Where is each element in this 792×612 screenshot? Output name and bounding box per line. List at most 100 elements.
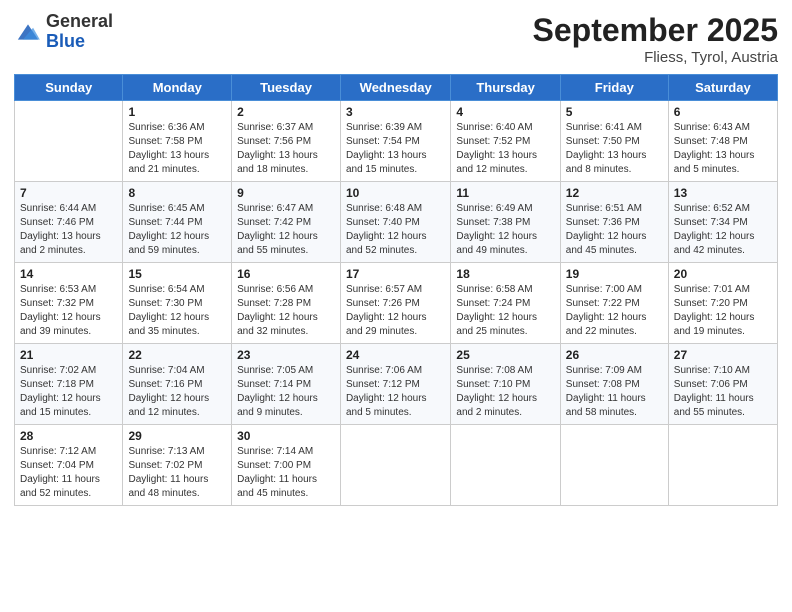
weekday-header: Friday: [560, 75, 668, 101]
day-info: Sunrise: 7:06 AM Sunset: 7:12 PM Dayligh…: [346, 364, 445, 420]
day-info: Sunrise: 6:51 AM Sunset: 7:36 PM Dayligh…: [566, 202, 663, 258]
calendar-cell: 12 Sunrise: 6:51 AM Sunset: 7:36 PM Dayli…: [560, 182, 668, 263]
calendar-cell: 28Sunrise: 7:12 AM Sunset: 7:04 PM Dayli…: [15, 425, 123, 506]
weekday-header: Sunday: [15, 75, 123, 101]
calendar-cell: 7 Sunrise: 6:44 AM Sunset: 7:46 PM Daylig…: [15, 182, 123, 263]
day-number: 27: [674, 348, 772, 362]
calendar-cell: 10 Sunrise: 6:48 AM Sunset: 7:40 PM Dayli…: [340, 182, 450, 263]
day-info: Sunrise: 6:48 AM Sunset: 7:40 PM Dayligh…: [346, 202, 445, 258]
calendar-cell: [15, 101, 123, 182]
day-info: Sunrise: 6:52 AM Sunset: 7:34 PM Dayligh…: [674, 202, 772, 258]
day-number: 1: [128, 105, 226, 119]
page-container: General Blue September 2025 Fliess, Tyro…: [0, 0, 792, 518]
calendar-cell: 1 Sunrise: 6:36 AM Sunset: 7:58 PM Daylig…: [123, 101, 232, 182]
day-number: 14: [20, 267, 117, 281]
location: Fliess, Tyrol, Austria: [533, 49, 778, 66]
logo-general: General: [46, 11, 113, 31]
calendar-cell: 3Sunrise: 6:39 AM Sunset: 7:54 PM Daylig…: [340, 101, 450, 182]
day-info: Sunrise: 6:56 AM Sunset: 7:28 PM Dayligh…: [237, 283, 335, 339]
day-info: Sunrise: 6:40 AM Sunset: 7:52 PM Dayligh…: [456, 121, 554, 177]
calendar-cell: [560, 425, 668, 506]
calendar-cell: 16 Sunrise: 6:56 AM Sunset: 7:28 PM Dayli…: [232, 263, 341, 344]
day-info: Sunrise: 7:10 AM Sunset: 7:06 PM Dayligh…: [674, 364, 772, 420]
day-info: Sunrise: 6:47 AM Sunset: 7:42 PM Dayligh…: [237, 202, 335, 258]
weekday-header: Wednesday: [340, 75, 450, 101]
day-info: Sunrise: 6:41 AM Sunset: 7:50 PM Dayligh…: [566, 121, 663, 177]
day-info: Sunrise: 6:36 AM Sunset: 7:58 PM Dayligh…: [128, 121, 226, 177]
calendar-cell: 22 Sunrise: 7:04 AM Sunset: 7:16 PM Dayli…: [123, 344, 232, 425]
logo: General Blue: [14, 12, 113, 52]
calendar-cell: 27 Sunrise: 7:10 AM Sunset: 7:06 PM Dayli…: [668, 344, 777, 425]
day-info: Sunrise: 6:39 AM Sunset: 7:54 PM Dayligh…: [346, 121, 445, 177]
day-number: 2: [237, 105, 335, 119]
day-number: 9: [237, 186, 335, 200]
logo-icon: [14, 21, 42, 43]
logo-blue: Blue: [46, 31, 85, 51]
day-number: 10: [346, 186, 445, 200]
day-number: 18: [456, 267, 554, 281]
calendar-cell: [668, 425, 777, 506]
calendar-cell: 17 Sunrise: 6:57 AM Sunset: 7:26 PM Dayli…: [340, 263, 450, 344]
day-number: 30: [237, 429, 335, 443]
day-info: Sunrise: 7:14 AM Sunset: 7:00 PM Dayligh…: [237, 445, 335, 501]
calendar-week-row: 7 Sunrise: 6:44 AM Sunset: 7:46 PM Daylig…: [15, 182, 778, 263]
day-number: 23: [237, 348, 335, 362]
day-info: Sunrise: 6:53 AM Sunset: 7:32 PM Dayligh…: [20, 283, 117, 339]
day-number: 4: [456, 105, 554, 119]
calendar-cell: 13 Sunrise: 6:52 AM Sunset: 7:34 PM Dayli…: [668, 182, 777, 263]
weekday-header: Saturday: [668, 75, 777, 101]
day-number: 24: [346, 348, 445, 362]
weekday-header: Monday: [123, 75, 232, 101]
calendar-cell: 20Sunrise: 7:01 AM Sunset: 7:20 PM Dayli…: [668, 263, 777, 344]
weekday-header: Tuesday: [232, 75, 341, 101]
day-info: Sunrise: 6:57 AM Sunset: 7:26 PM Dayligh…: [346, 283, 445, 339]
day-number: 12: [566, 186, 663, 200]
day-number: 22: [128, 348, 226, 362]
weekday-header: Thursday: [451, 75, 560, 101]
logo-text: General Blue: [46, 12, 113, 52]
day-number: 15: [128, 267, 226, 281]
day-info: Sunrise: 7:09 AM Sunset: 7:08 PM Dayligh…: [566, 364, 663, 420]
calendar-cell: 14 Sunrise: 6:53 AM Sunset: 7:32 PM Dayli…: [15, 263, 123, 344]
calendar-cell: 21Sunrise: 7:02 AM Sunset: 7:18 PM Dayli…: [15, 344, 123, 425]
day-info: Sunrise: 7:04 AM Sunset: 7:16 PM Dayligh…: [128, 364, 226, 420]
calendar-cell: [340, 425, 450, 506]
calendar: SundayMondayTuesdayWednesdayThursdayFrid…: [14, 74, 778, 506]
calendar-cell: 15 Sunrise: 6:54 AM Sunset: 7:30 PM Dayli…: [123, 263, 232, 344]
calendar-cell: 24 Sunrise: 7:06 AM Sunset: 7:12 PM Dayli…: [340, 344, 450, 425]
weekday-header-row: SundayMondayTuesdayWednesdayThursdayFrid…: [15, 75, 778, 101]
day-number: 20: [674, 267, 772, 281]
calendar-cell: 19 Sunrise: 7:00 AM Sunset: 7:22 PM Dayli…: [560, 263, 668, 344]
day-number: 28: [20, 429, 117, 443]
day-info: Sunrise: 7:02 AM Sunset: 7:18 PM Dayligh…: [20, 364, 117, 420]
header: General Blue September 2025 Fliess, Tyro…: [14, 12, 778, 66]
calendar-cell: 2 Sunrise: 6:37 AM Sunset: 7:56 PM Daylig…: [232, 101, 341, 182]
day-info: Sunrise: 6:54 AM Sunset: 7:30 PM Dayligh…: [128, 283, 226, 339]
day-info: Sunrise: 6:49 AM Sunset: 7:38 PM Dayligh…: [456, 202, 554, 258]
calendar-week-row: 28Sunrise: 7:12 AM Sunset: 7:04 PM Dayli…: [15, 425, 778, 506]
calendar-week-row: 21Sunrise: 7:02 AM Sunset: 7:18 PM Dayli…: [15, 344, 778, 425]
day-number: 19: [566, 267, 663, 281]
day-number: 7: [20, 186, 117, 200]
day-number: 29: [128, 429, 226, 443]
day-number: 25: [456, 348, 554, 362]
day-number: 11: [456, 186, 554, 200]
day-number: 13: [674, 186, 772, 200]
day-number: 17: [346, 267, 445, 281]
day-number: 16: [237, 267, 335, 281]
day-number: 6: [674, 105, 772, 119]
calendar-week-row: 1 Sunrise: 6:36 AM Sunset: 7:58 PM Daylig…: [15, 101, 778, 182]
calendar-cell: 25 Sunrise: 7:08 AM Sunset: 7:10 PM Dayli…: [451, 344, 560, 425]
calendar-cell: 4 Sunrise: 6:40 AM Sunset: 7:52 PM Daylig…: [451, 101, 560, 182]
calendar-cell: 29Sunrise: 7:13 AM Sunset: 7:02 PM Dayli…: [123, 425, 232, 506]
day-info: Sunrise: 6:45 AM Sunset: 7:44 PM Dayligh…: [128, 202, 226, 258]
day-info: Sunrise: 6:44 AM Sunset: 7:46 PM Dayligh…: [20, 202, 117, 258]
title-block: September 2025 Fliess, Tyrol, Austria: [533, 12, 778, 66]
day-info: Sunrise: 7:00 AM Sunset: 7:22 PM Dayligh…: [566, 283, 663, 339]
day-number: 8: [128, 186, 226, 200]
day-number: 5: [566, 105, 663, 119]
day-info: Sunrise: 7:08 AM Sunset: 7:10 PM Dayligh…: [456, 364, 554, 420]
calendar-cell: 8 Sunrise: 6:45 AM Sunset: 7:44 PM Daylig…: [123, 182, 232, 263]
day-info: Sunrise: 6:37 AM Sunset: 7:56 PM Dayligh…: [237, 121, 335, 177]
day-info: Sunrise: 7:05 AM Sunset: 7:14 PM Dayligh…: [237, 364, 335, 420]
